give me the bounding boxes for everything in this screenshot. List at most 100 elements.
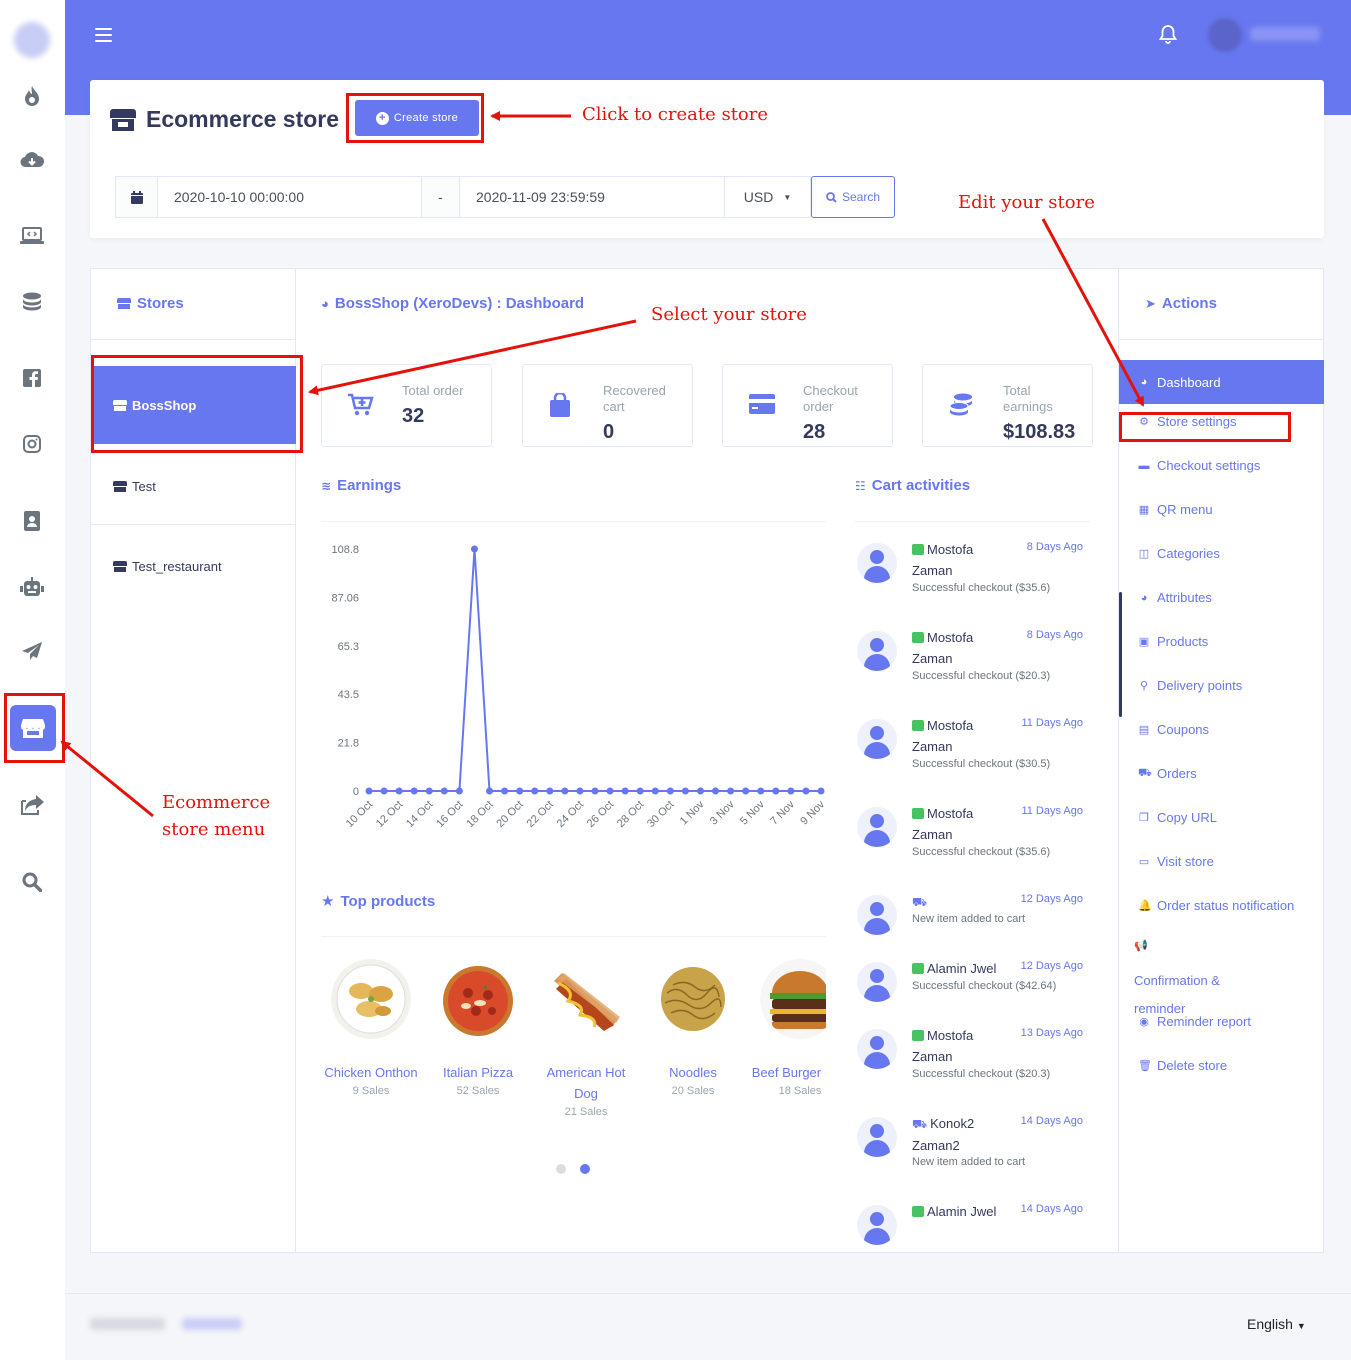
left-sidebar: [0, 0, 65, 1360]
data-point[interactable]: [727, 787, 735, 795]
hamburger-menu-icon[interactable]: [95, 28, 112, 42]
store-item-test[interactable]: Test: [91, 476, 296, 496]
fire-icon[interactable]: [16, 80, 48, 112]
action-label: Orders: [1157, 766, 1197, 781]
page-title: Ecommerce store: [110, 106, 339, 133]
action-copy-url[interactable]: ❐ Copy URL: [1119, 810, 1324, 825]
data-point[interactable]: [410, 787, 418, 795]
action-checkout-settings[interactable]: ▬ Checkout settings: [1119, 458, 1324, 473]
search-icon[interactable]: [16, 866, 48, 898]
product-name[interactable]: Italian Pizza: [428, 1062, 528, 1083]
cloud-download-icon[interactable]: [16, 144, 48, 176]
action-qr-menu[interactable]: ▦ QR menu: [1119, 502, 1324, 517]
data-point[interactable]: [501, 787, 509, 795]
scroll-indicator[interactable]: [1119, 592, 1122, 717]
action-products[interactable]: ▣ Products: [1119, 634, 1324, 649]
carousel-dot[interactable]: [556, 1164, 566, 1174]
data-point[interactable]: [561, 787, 569, 795]
action-categories[interactable]: ◫ Categories: [1119, 546, 1324, 561]
product-image[interactable]: [546, 959, 626, 1039]
data-point[interactable]: [651, 787, 659, 795]
data-point[interactable]: [395, 787, 403, 795]
data-point[interactable]: [681, 787, 689, 795]
data-point[interactable]: [516, 787, 524, 795]
data-point[interactable]: [440, 787, 448, 795]
data-point[interactable]: [666, 787, 674, 795]
product-card[interactable]: Chicken Onthon 9 Sales: [321, 959, 421, 1097]
action-coupons[interactable]: ▤ Coupons: [1119, 722, 1324, 737]
product-card[interactable]: Italian Pizza 52 Sales: [428, 959, 528, 1097]
data-point[interactable]: [817, 787, 825, 795]
data-point[interactable]: [696, 787, 704, 795]
currency-select[interactable]: USD ▼: [725, 176, 811, 218]
data-point[interactable]: [802, 787, 810, 795]
carousel-dot-active[interactable]: [580, 1164, 590, 1174]
data-point[interactable]: [606, 787, 614, 795]
share-icon[interactable]: [16, 789, 48, 821]
action-order-status-notification[interactable]: 🔔 Order status notification: [1119, 898, 1324, 913]
action-delete-store[interactable]: 🗑 Delete store: [1119, 1058, 1324, 1073]
coins-icon[interactable]: [16, 286, 48, 318]
product-name[interactable]: Beef Burger দেশী: [750, 1062, 826, 1083]
action-orders[interactable]: ⛟ Orders: [1119, 766, 1324, 781]
data-point[interactable]: [757, 787, 765, 795]
data-point[interactable]: [591, 787, 599, 795]
product-name[interactable]: American Hot Dog: [536, 1062, 636, 1104]
product-image[interactable]: [653, 959, 733, 1039]
data-point[interactable]: [425, 787, 433, 795]
user-name-blurred[interactable]: [1250, 27, 1320, 41]
data-point[interactable]: [455, 787, 463, 795]
data-point[interactable]: [712, 787, 720, 795]
address-book-icon[interactable]: [16, 505, 48, 537]
data-point[interactable]: [772, 787, 780, 795]
data-point[interactable]: [621, 787, 629, 795]
star-icon: ★: [321, 893, 335, 910]
footer-link-blurred[interactable]: [182, 1318, 242, 1330]
date-to-input[interactable]: 2020-11-09 23:59:59: [460, 176, 725, 218]
annotation-box-menu: [4, 693, 65, 763]
search-button[interactable]: Search: [811, 176, 895, 218]
user-avatar[interactable]: [1208, 18, 1242, 52]
action-delivery-points[interactable]: ⚲ Delivery points: [1119, 678, 1324, 693]
data-point[interactable]: [470, 545, 478, 553]
product-card[interactable]: American Hot Dog 21 Sales: [536, 959, 636, 1118]
action-confirmation-reminder[interactable]: 📢 Confirmation & reminder: [1119, 932, 1269, 1023]
instagram-icon[interactable]: [16, 428, 48, 460]
y-tick-label: 108.8: [331, 544, 359, 556]
bell-icon[interactable]: [1158, 24, 1178, 49]
product-name[interactable]: Chicken Onthon: [321, 1062, 421, 1083]
product-name[interactable]: Noodles: [643, 1062, 743, 1083]
date-from-input[interactable]: 2020-10-10 00:00:00: [158, 176, 422, 218]
palette-icon: ◕: [1140, 591, 1148, 604]
store-item-test-restaurant[interactable]: Test_restaurant: [91, 556, 296, 576]
product-image[interactable]: [760, 959, 826, 1039]
action-reminder-report[interactable]: ◉ Reminder report: [1119, 1014, 1324, 1029]
data-point[interactable]: [742, 787, 750, 795]
action-dashboard[interactable]: ◕ Dashboard: [1119, 360, 1324, 404]
app-logo[interactable]: [14, 22, 50, 58]
data-point[interactable]: [546, 787, 554, 795]
data-point[interactable]: [531, 787, 539, 795]
paper-plane-icon[interactable]: [16, 635, 48, 667]
data-point[interactable]: [636, 787, 644, 795]
data-point[interactable]: [576, 787, 584, 795]
product-image[interactable]: [331, 959, 411, 1039]
product-card[interactable]: Noodles 20 Sales: [643, 959, 743, 1097]
y-tick-label: 43.5: [338, 689, 359, 701]
action-attributes[interactable]: ◕ Attributes: [1119, 590, 1324, 605]
earnings-heading: ≋ Earnings: [321, 477, 401, 494]
product-card[interactable]: Beef Burger দেশী 18 Sales: [750, 959, 826, 1097]
action-visit-store[interactable]: ▭ Visit store: [1119, 854, 1324, 869]
facebook-icon[interactable]: [16, 362, 48, 394]
laptop-code-icon[interactable]: [16, 220, 48, 252]
product-image[interactable]: [438, 959, 518, 1039]
stores-heading: Stores: [117, 295, 184, 312]
robot-icon[interactable]: [16, 571, 48, 603]
store-icon: [113, 560, 127, 572]
carousel-dots: [556, 1164, 590, 1174]
data-point[interactable]: [787, 787, 795, 795]
data-point[interactable]: [365, 787, 373, 795]
data-point[interactable]: [380, 787, 388, 795]
data-point[interactable]: [486, 787, 494, 795]
language-dropdown[interactable]: English ▼: [1247, 1316, 1306, 1332]
